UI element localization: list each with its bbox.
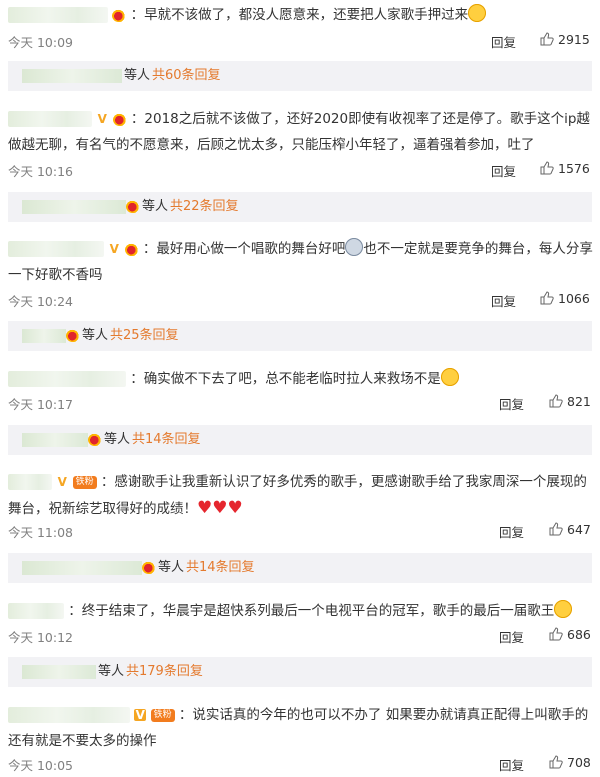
like-button[interactable]: 821 — [549, 394, 591, 409]
weibo-member-icon — [88, 433, 102, 446]
username-blurred[interactable] — [8, 7, 108, 23]
like-count: 1576 — [558, 161, 590, 176]
thumbs-up-icon — [549, 522, 563, 536]
comment-time: 今天 10:12 — [8, 630, 73, 645]
thumbs-up-icon — [549, 627, 563, 641]
reply-button[interactable]: 回复 — [499, 394, 524, 413]
emoji-icon — [468, 4, 487, 22]
people-label: 等人 — [82, 328, 109, 343]
username-blurred[interactable] — [8, 371, 126, 387]
emoji-icon — [554, 600, 573, 618]
comment-time: 今天 10:24 — [8, 294, 73, 309]
like-count: 2915 — [558, 32, 590, 47]
sub-replies-link[interactable]: 等人 共14条回复 — [8, 553, 592, 583]
reply-button[interactable]: 回复 — [491, 291, 516, 310]
sub-replies-link[interactable]: 等人 共22条回复 — [8, 192, 592, 222]
comment-text: ：2018之后就不该做了，还好2020即使有收视率了还是停了。歌手这个ip越做越… — [8, 111, 590, 153]
fan-badge: 铁粉 — [150, 708, 175, 722]
thumbs-up-icon — [540, 32, 554, 46]
username-blurred[interactable] — [8, 603, 64, 619]
comment-time: 今天 10:09 — [8, 35, 73, 50]
comment-body: ：终于结束了，华晨宇是超快系列最后一个电视平台的冠军，歌手的最后一届歌王 — [8, 598, 593, 624]
comment-body: V ：最好用心做一个唱歌的舞台好吧 也不一定就是要竞争的舞台，每人分享一下好歌不香… — [8, 236, 593, 288]
people-label: 等人 — [104, 432, 131, 447]
comment-text: ：确实做不下去了吧，总不能老临时拉人来救场不是 — [130, 371, 441, 387]
heart-icon: ♥♥♥ — [197, 498, 243, 518]
like-count: 1066 — [558, 291, 590, 306]
verified-badge-icon: V — [109, 242, 119, 256]
sub-reply-count: 共14条回复 — [132, 432, 201, 447]
sub-reply-count: 共14条回复 — [186, 560, 255, 575]
verified-badge-icon: V — [57, 475, 67, 489]
username-blurred[interactable] — [8, 111, 92, 127]
sub-reply-count: 共25条回复 — [110, 328, 179, 343]
sub-reply-count: 共22条回复 — [170, 199, 239, 214]
thumbs-up-icon — [549, 394, 563, 408]
people-label: 等人 — [124, 68, 151, 83]
like-button[interactable]: 686 — [549, 627, 591, 642]
sub-replies-link[interactable]: 等人 共179条回复 — [8, 657, 592, 687]
like-button[interactable]: 1576 — [540, 161, 590, 176]
comment-time: 今天 10:05 — [8, 758, 73, 773]
like-count: 708 — [567, 755, 591, 770]
like-count: 821 — [567, 394, 591, 409]
sub-username-blurred — [22, 560, 142, 575]
people-label: 等人 — [142, 199, 169, 214]
emoji-icon — [440, 368, 459, 386]
sub-username-blurred — [22, 199, 126, 214]
like-count: 686 — [567, 627, 591, 642]
comment-body: ：早就不该做了，都没人愿意来，还要把人家歌手押过来 — [8, 2, 593, 28]
comment-text: ：终于结束了，华晨宇是超快系列最后一个电视平台的冠军，歌手的最后一届歌王 — [68, 603, 555, 619]
like-button[interactable]: 2915 — [540, 32, 590, 47]
sub-username-blurred — [22, 68, 122, 83]
sub-replies-link[interactable]: 等人 共60条回复 — [8, 61, 592, 91]
people-label: 等人 — [158, 560, 185, 575]
sub-reply-count: 共60条回复 — [152, 68, 221, 83]
comment-text: ：早就不该做了，都没人愿意来，还要把人家歌手押过来 — [130, 7, 469, 23]
weibo-member-icon — [124, 242, 139, 256]
comment-time: 今天 10:16 — [8, 164, 73, 179]
verified-badge-icon: V — [134, 708, 147, 722]
emoji-icon — [345, 238, 364, 256]
reply-button[interactable]: 回复 — [499, 627, 524, 646]
like-button[interactable]: 647 — [549, 522, 591, 537]
reply-button[interactable]: 回复 — [491, 161, 516, 180]
sub-username-blurred — [22, 328, 66, 343]
weibo-member-icon — [126, 200, 140, 213]
thumbs-up-icon — [549, 755, 563, 769]
username-blurred[interactable] — [8, 474, 52, 490]
reply-button[interactable]: 回复 — [491, 32, 516, 51]
sub-reply-count: 共179条回复 — [126, 664, 203, 679]
like-button[interactable]: 1066 — [540, 291, 590, 306]
thumbs-up-icon — [540, 291, 554, 305]
comment-body: V 铁粉 ：感谢歌手让我重新认识了好多优秀的歌手，更感谢歌手给了我家周深一个展现… — [8, 469, 593, 522]
reply-button[interactable]: 回复 — [499, 522, 524, 541]
weibo-member-icon — [112, 112, 127, 126]
sub-username-blurred — [22, 432, 88, 447]
username-blurred[interactable] — [8, 241, 104, 257]
weibo-member-icon — [142, 561, 156, 574]
username-blurred[interactable] — [8, 707, 130, 723]
sub-username-blurred — [22, 664, 96, 679]
weibo-member-icon — [66, 329, 80, 342]
thumbs-up-icon — [540, 161, 554, 175]
comment-time: 今天 11:08 — [8, 525, 73, 540]
comment-text: ：最好用心做一个唱歌的舞台好吧 — [142, 241, 346, 257]
people-label: 等人 — [98, 664, 125, 679]
like-count: 647 — [567, 522, 591, 537]
comment-feed: ：早就不该做了，都没人愿意来，还要把人家歌手押过来 今天 10:09 回复 29… — [0, 0, 600, 777]
verified-badge-icon: V — [97, 112, 107, 126]
comment-body: V 铁粉 ：说实话真的今年的也可以不办了 如果要办就请真正配得上叫歌手的 还有就… — [8, 702, 593, 754]
reply-button[interactable]: 回复 — [499, 755, 524, 774]
like-button[interactable]: 708 — [549, 755, 591, 770]
comment-body: ：确实做不下去了吧，总不能老临时拉人来救场不是 — [8, 366, 593, 392]
sub-replies-link[interactable]: 等人 共14条回复 — [8, 425, 592, 455]
weibo-member-icon — [112, 8, 127, 22]
fan-badge: 铁粉 — [72, 475, 97, 489]
comment-body: V ：2018之后就不该做了，还好2020即使有收视率了还是停了。歌手这个ip越… — [8, 106, 593, 158]
comment-time: 今天 10:17 — [8, 397, 73, 412]
sub-replies-link[interactable]: 等人 共25条回复 — [8, 321, 592, 351]
